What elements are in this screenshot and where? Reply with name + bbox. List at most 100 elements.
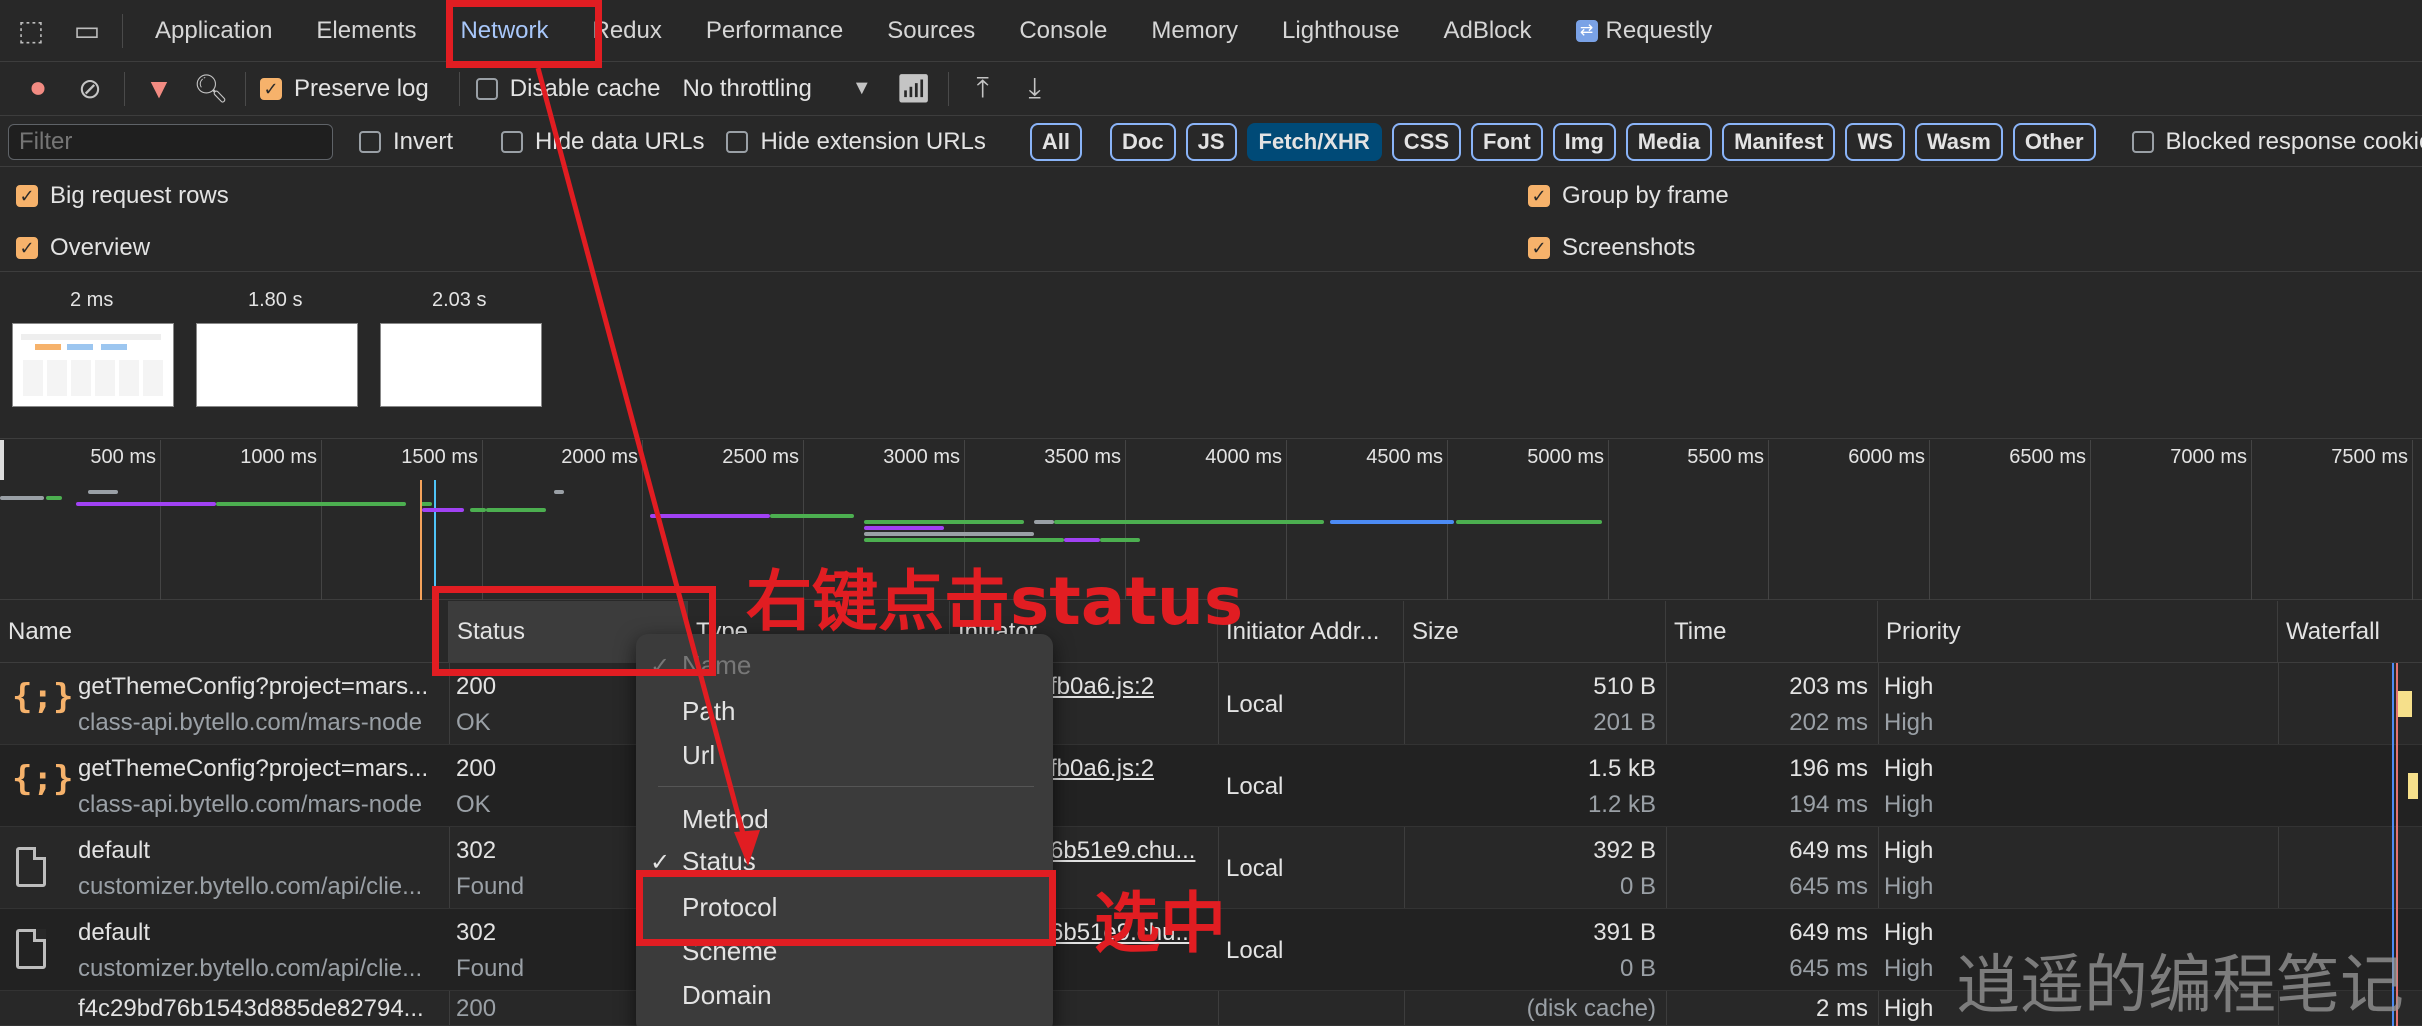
chip-all[interactable]: All (1029, 122, 1083, 161)
tab-console[interactable]: Console (997, 0, 1129, 62)
tab-performance[interactable]: Performance (684, 0, 865, 62)
column-header-initiator-address[interactable]: Initiator Addr... (1218, 601, 1404, 663)
screenshot-thumbnail[interactable] (196, 323, 358, 407)
chip-js[interactable]: JS (1185, 122, 1237, 161)
stop-recording-icon[interactable]: ⏺ (12, 62, 64, 116)
chip-img[interactable]: Img (1552, 122, 1616, 161)
overview-bar (422, 508, 464, 512)
export-har-icon[interactable]: ⤓ (1009, 62, 1061, 116)
size-value: 391 B (1593, 919, 1656, 946)
initiator-link[interactable]: 6b51e9.chu... (1050, 837, 1210, 865)
column-header-time[interactable]: Time (1666, 601, 1878, 663)
status-code: 200 (456, 995, 497, 1022)
overview-tick-label: 6000 ms (1848, 446, 1925, 468)
checkbox-unchecked-icon (475, 77, 498, 100)
blocked-cookies-checkbox[interactable]: Blocked response cookies (2131, 127, 2422, 156)
column-header-priority[interactable]: Priority (1878, 601, 2278, 663)
tab-elements[interactable]: Elements (294, 0, 438, 62)
annotation-select-text: 选中 (1094, 885, 1226, 962)
disable-cache-checkbox[interactable]: Disable cache (475, 75, 660, 103)
chip-media[interactable]: Media (1625, 122, 1713, 161)
overview-checkbox[interactable]: ✓ Overview (16, 234, 150, 262)
tab-requestly[interactable]: ⇄ Requestly (1554, 0, 1735, 62)
tab-memory[interactable]: Memory (1129, 0, 1260, 62)
import-har-icon[interactable]: ⤒ (957, 62, 1009, 116)
chip-font[interactable]: Font (1471, 122, 1543, 161)
menu-item-method[interactable]: Method (682, 804, 769, 835)
status-text: Found (456, 955, 525, 982)
tab-requestly-label: Requestly (1605, 16, 1713, 44)
device-toolbar-icon[interactable]: ▭ (62, 0, 112, 62)
chip-fetch-xhr[interactable]: Fetch/XHR (1246, 122, 1382, 161)
devtools-tab-bar: ⬚ ▭ Application Elements Network Redux P… (0, 0, 2422, 62)
time-value: 203 ms (1789, 673, 1868, 700)
chevron-down-icon: ▼ (851, 77, 872, 99)
screenshot-thumbnail[interactable] (12, 323, 174, 407)
toolbar-separator (124, 71, 125, 106)
column-header-size[interactable]: Size (1404, 601, 1666, 663)
initiator-link[interactable]: fb0a6.js:2 (1050, 755, 1154, 783)
throttling-dropdown[interactable]: No throttling ▼ (682, 75, 871, 103)
table-row[interactable]: {;} getThemeConfig?project=mars... class… (0, 745, 2422, 827)
column-header-waterfall[interactable]: Waterfall (2278, 601, 2422, 663)
menu-item-name[interactable]: Name (682, 650, 751, 681)
chip-other[interactable]: Other (2012, 122, 2096, 161)
chip-wasm[interactable]: Wasm (1914, 122, 2003, 161)
chip-doc[interactable]: Doc (1110, 122, 1176, 161)
tab-application[interactable]: Application (133, 0, 294, 62)
initiator-link[interactable]: fb0a6.js:2 (1050, 673, 1154, 701)
overview-bar (88, 490, 118, 494)
settings-panel: ✓ Big request rows ✓ Overview ✓ Group by… (0, 168, 2422, 272)
thumbnail-content (21, 334, 161, 340)
overview-gridline (1929, 440, 1930, 600)
chip-ws[interactable]: WS (1845, 122, 1905, 161)
checkbox-unchecked-icon (359, 130, 381, 153)
tab-lighthouse[interactable]: Lighthouse (1260, 0, 1421, 62)
screenshot-thumbnail[interactable] (380, 323, 542, 407)
big-request-rows-checkbox[interactable]: ✓ Big request rows (16, 182, 229, 210)
search-icon[interactable]: 🔍︎ (185, 62, 237, 116)
screenshots-strip: 2 ms 1.80 s 2.03 s (0, 273, 2422, 439)
overview-gridline (1768, 440, 1769, 600)
inspect-element-icon[interactable]: ⬚ (0, 0, 62, 62)
group-by-frame-checkbox[interactable]: ✓ Group by frame (1528, 182, 1729, 210)
checkbox-unchecked-icon (501, 130, 524, 153)
tab-adblock[interactable]: AdBlock (1421, 0, 1553, 62)
menu-item-url[interactable]: Url (682, 740, 715, 771)
screenshots-checkbox[interactable]: ✓ Screenshots (1528, 234, 1695, 262)
hide-data-urls-checkbox[interactable]: Hide data URLs (501, 128, 704, 156)
clear-icon[interactable]: ⊘ (64, 62, 116, 116)
menu-item-status[interactable]: Status (682, 846, 756, 877)
invert-checkbox[interactable]: Invert (359, 128, 453, 156)
preserve-log-checkbox[interactable]: ✓ Preserve log (260, 75, 429, 103)
overview-tick-label: 5500 ms (1687, 446, 1764, 468)
hide-extension-urls-checkbox[interactable]: Hide extension URLs (726, 128, 986, 156)
menu-item-scheme[interactable]: Scheme (682, 936, 777, 967)
filter-input[interactable] (8, 123, 333, 160)
chip-css[interactable]: CSS (1391, 122, 1462, 161)
checkbox-unchecked-icon (726, 130, 749, 153)
menu-item-path[interactable]: Path (682, 696, 736, 727)
overview-tick-label: 500 ms (90, 446, 156, 468)
size-value: 1.5 kB (1587, 755, 1656, 782)
table-row[interactable]: {;} getThemeConfig?project=mars... class… (0, 663, 2422, 745)
menu-item-domain[interactable]: Domain (682, 980, 772, 1011)
tab-application-label: Application (155, 16, 273, 44)
overview-bar (864, 526, 944, 530)
column-header-label: Initiator Addr... (1226, 618, 1380, 645)
chip-manifest[interactable]: Manifest (1722, 122, 1836, 161)
overview-tick-label: 1000 ms (240, 446, 317, 468)
column-header-name[interactable]: Name (0, 601, 449, 663)
menu-item-protocol[interactable]: Protocol (682, 892, 777, 923)
toolbar-separator (458, 71, 460, 106)
network-conditions-icon[interactable]: 📶︎ (888, 62, 940, 116)
time-latency: 194 ms (1789, 791, 1868, 818)
tab-network[interactable]: Network (438, 0, 570, 62)
thumbnail-content (35, 344, 61, 350)
priority-value: High (1884, 673, 1934, 700)
blocked-cookies-label: Blocked response cookies (2165, 127, 2422, 155)
overview-bar (216, 502, 406, 506)
filter-icon[interactable]: ▼ (133, 62, 185, 116)
tab-sources[interactable]: Sources (865, 0, 997, 62)
tab-redux[interactable]: Redux (571, 0, 684, 62)
